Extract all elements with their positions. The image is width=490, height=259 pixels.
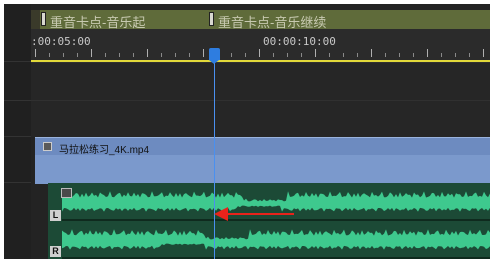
annotation-arrow-icon: [214, 207, 294, 221]
timeline-panel: 重音卡点-音乐起 重音卡点-音乐继续 :00:05:00 00:00:10:00…: [4, 4, 490, 259]
